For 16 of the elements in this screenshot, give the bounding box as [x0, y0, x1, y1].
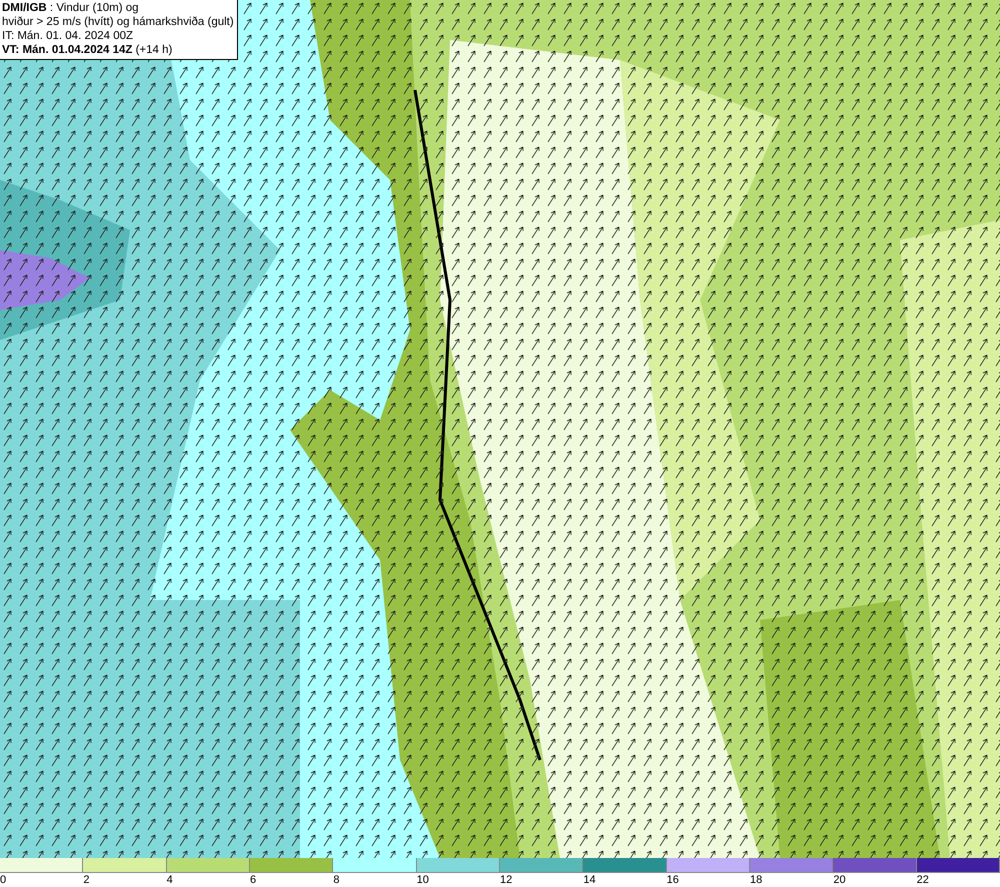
legend-label: 16 [666, 873, 679, 887]
legend-label: 0 [0, 873, 6, 887]
caption-line: VT: Mán. 01.04.2024 14Z (+14 h) [2, 43, 174, 57]
legend-label: 8 [333, 873, 340, 887]
caption-line: hviður > 25 m/s (hvítt) og hámarkshviða (gult) [2, 15, 234, 29]
legend-label: 10 [416, 873, 429, 887]
legend-label: 2 [83, 873, 90, 887]
caption-line: IT: Mán. 01. 04. 2024 00Z [2, 29, 134, 43]
caption-line: DMI/IGB : Vindur (10m) og [2, 1, 140, 15]
legend-label: 18 [750, 873, 762, 887]
legend-label: 6 [250, 873, 256, 887]
legend-label: 20 [833, 873, 846, 887]
legend-label: 4 [166, 873, 173, 887]
legend-label: 12 [500, 873, 512, 887]
legend-label: 14 [583, 873, 596, 887]
legend-label: 22 [916, 873, 929, 887]
